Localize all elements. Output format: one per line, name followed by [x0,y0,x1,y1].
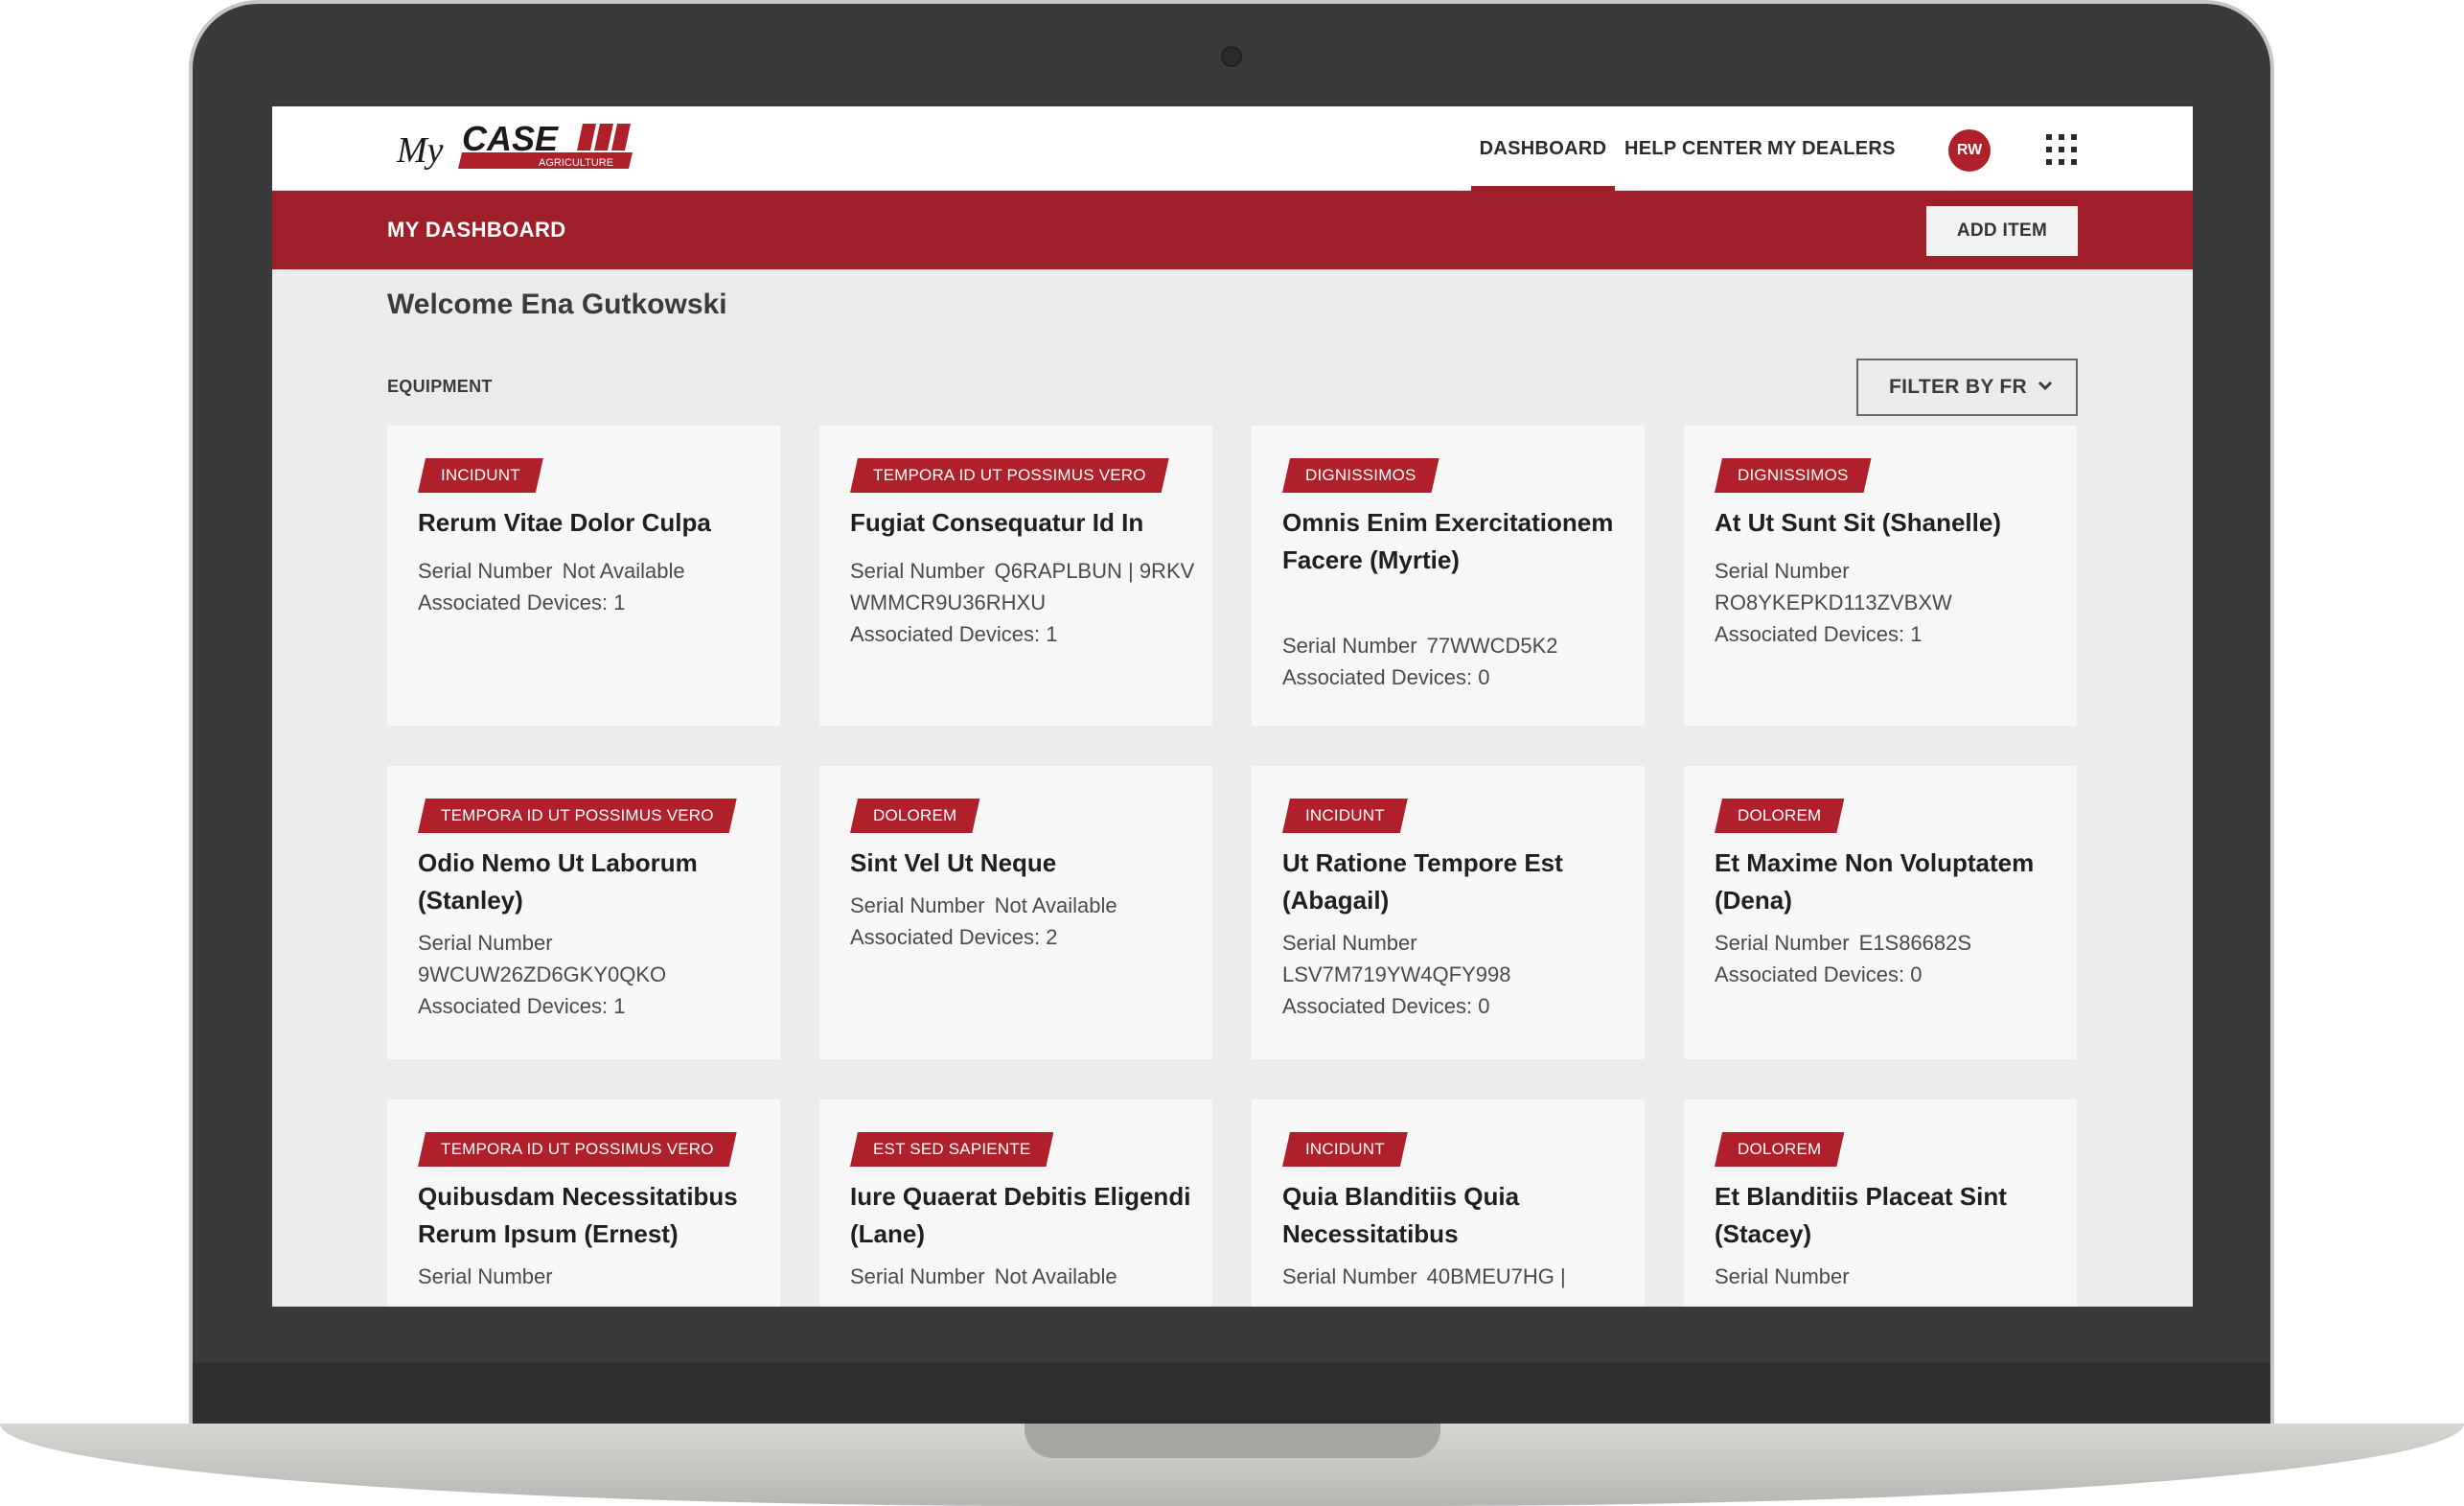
welcome-message: Welcome Ena Gutkowski [387,289,727,320]
equipment-title: Quia Blanditiis Quia Necessitatibus [1282,1182,1520,1248]
equipment-card[interactable]: INCIDUNT Ut Ratione Tempore Est (Abagail… [1252,766,1645,1059]
serial-label: Serial Number [1282,634,1417,658]
category-tag: TEMPORA ID UT POSSIMUS VERO [418,1132,737,1167]
devices-count: Associated Devices: 1 [850,622,1058,646]
category-tag: INCIDUNT [1282,799,1408,833]
serial-value: Not Available [994,893,1117,917]
equipment-details: Serial Number [418,1261,763,1292]
category-tag: DIGNISSIMOS [1715,458,1872,493]
equipment-details: Serial Number Not Available [850,1261,1195,1292]
laptop-chin [193,1362,2270,1425]
serial-label: Serial Number [1715,1264,1850,1288]
page-title: MY DASHBOARD [387,218,566,242]
equipment-details: Serial Number Not Available Associated De… [850,890,1195,953]
serial-label: Serial Number [850,1264,985,1288]
filter-label: FILTER BY FR [1889,376,2027,398]
equipment-title: Ut Ratione Tempore Est (Abagail) [1282,848,1563,915]
chevron-down-icon [2038,381,2053,391]
serial-label: Serial Number [850,559,985,583]
equipment-card[interactable]: TEMPORA ID UT POSSIMUS VERO Quibusdam Ne… [387,1100,780,1307]
equipment-card[interactable]: EST SED SAPIENTE Iure Quaerat Debitis El… [819,1100,1212,1307]
devices-count: Associated Devices: 2 [850,925,1058,949]
serial-label: Serial Number [1715,559,1850,583]
nav-help-center[interactable]: HELP CENTER [1624,106,1762,191]
serial-label: Serial Number [1282,1264,1417,1288]
equipment-title: Omnis Enim Exercitationem Facere (Myrtie… [1282,508,1614,574]
equipment-title: Et Blanditiis Placeat Sint (Stacey) [1715,1182,2007,1248]
nav-my-dealers[interactable]: MY DEALERS [1767,106,1895,191]
user-avatar[interactable]: RW [1948,129,1991,172]
serial-value: 9WCUW26ZD6GKY0QKO [418,962,667,986]
equipment-details: Serial Number 40BMEU7HG | [1282,1261,1627,1292]
devices-count: Associated Devices: 0 [1282,994,1490,1018]
dashboard-header: MY DASHBOARD [272,191,2193,269]
equipment-card[interactable]: INCIDUNT Rerum Vitae Dolor Culpa Serial … [387,426,780,726]
equipment-title: Sint Vel Ut Neque [850,848,1057,877]
svg-text:CASE: CASE [462,119,559,158]
category-tag: INCIDUNT [418,458,543,493]
devices-count: Associated Devices: 1 [418,994,626,1018]
camera-icon [1221,46,1242,67]
category-tag: DOLOREM [1715,799,1844,833]
equipment-card[interactable]: TEMPORA ID UT POSSIMUS VERO Fugiat Conse… [819,426,1212,726]
devices-count: Associated Devices: 0 [1282,665,1490,689]
svg-text:AGRICULTURE: AGRICULTURE [539,157,613,169]
serial-label: Serial Number [1715,931,1850,955]
add-item-button[interactable]: ADD ITEM [1926,206,2078,256]
equipment-details: Serial Number 77WWCD5K2 Associated Device… [1282,630,1627,693]
equipment-details: Serial Number Not Available Associated De… [418,555,763,618]
category-tag: TEMPORA ID UT POSSIMUS VERO [418,799,737,833]
equipment-title: Fugiat Consequatur Id In [850,508,1144,537]
equipment-card[interactable]: DOLOREM Et Maxime Non Voluptatem (Dena) … [1684,766,2077,1059]
equipment-card[interactable]: DIGNISSIMOS Omnis Enim Exercitationem Fa… [1252,426,1645,726]
equipment-card[interactable]: DIGNISSIMOS At Ut Sunt Sit (Shanelle) Se… [1684,426,2077,726]
equipment-section-label: EQUIPMENT [387,377,493,396]
serial-value: 77WWCD5K2 [1426,634,1558,658]
devices-count: Associated Devices: 0 [1715,962,1923,986]
equipment-title: Rerum Vitae Dolor Culpa [418,508,711,537]
equipment-title: Quibusdam Necessitatibus Rerum Ipsum (Er… [418,1182,738,1248]
equipment-title: Et Maxime Non Voluptatem (Dena) [1715,848,2035,915]
equipment-details: Serial Number RO8YKEPKD113ZVBXW Associat… [1715,555,2060,650]
grid-icon[interactable] [2045,133,2078,166]
serial-label: Serial Number [418,559,553,583]
serial-value: E1S86682S [1858,931,1972,955]
equipment-title: At Ut Sunt Sit (Shanelle) [1715,508,2001,537]
category-tag: DIGNISSIMOS [1282,458,1439,493]
category-tag: INCIDUNT [1282,1132,1408,1167]
equipment-card[interactable]: DOLOREM Sint Vel Ut Neque Serial Number N… [819,766,1212,1059]
equipment-card[interactable]: TEMPORA ID UT POSSIMUS VERO Odio Nemo Ut… [387,766,780,1059]
laptop-notch [1025,1424,1440,1458]
equipment-details: Serial Number 9WCUW26ZD6GKY0QKO Associat… [418,927,763,1022]
serial-value: Not Available [994,1264,1117,1288]
nav-dashboard[interactable]: DASHBOARD [1471,106,1615,191]
category-tag: DOLOREM [1715,1132,1844,1167]
serial-label: Serial Number [418,931,553,955]
top-navigation-bar: My CASE AGRICULTURE DASHBOARD HELP CENTE… [272,106,2193,191]
serial-value: Not Available [562,559,685,583]
devices-count: Associated Devices: 1 [418,591,626,614]
equipment-details: Serial Number Q6RAPLBUN | 9RKVWMMCR9U36RH… [850,555,1195,650]
equipment-details: Serial Number LSV7M719YW4QFY998 Associat… [1282,927,1627,1022]
equipment-details: Serial Number [1715,1261,2060,1292]
app-screen: My CASE AGRICULTURE DASHBOARD HELP CENTE… [272,106,2193,1307]
svg-text:My: My [396,130,444,171]
category-tag: DOLOREM [850,799,979,833]
equipment-card[interactable]: INCIDUNT Quia Blanditiis Quia Necessitat… [1252,1100,1645,1307]
equipment-card[interactable]: DOLOREM Et Blanditiis Placeat Sint (Stac… [1684,1100,2077,1307]
devices-count: Associated Devices: 1 [1715,622,1923,646]
equipment-details: Serial Number E1S86682S Associated Device… [1715,927,2060,990]
serial-value: LSV7M719YW4QFY998 [1282,962,1511,986]
serial-label: Serial Number [1282,931,1417,955]
serial-value: RO8YKEPKD113ZVBXW [1715,591,1952,614]
equipment-title: Iure Quaerat Debitis Eligendi (Lane) [850,1182,1191,1248]
filter-dropdown[interactable]: FILTER BY FR [1856,359,2078,416]
category-tag: TEMPORA ID UT POSSIMUS VERO [850,458,1169,493]
equipment-title: Odio Nemo Ut Laborum (Stanley) [418,848,698,915]
serial-value: 40BMEU7HG | [1426,1264,1566,1288]
serial-label: Serial Number [418,1264,553,1288]
category-tag: EST SED SAPIENTE [850,1132,1053,1167]
mycase-logo[interactable]: My CASE AGRICULTURE [395,116,636,177]
serial-label: Serial Number [850,893,985,917]
